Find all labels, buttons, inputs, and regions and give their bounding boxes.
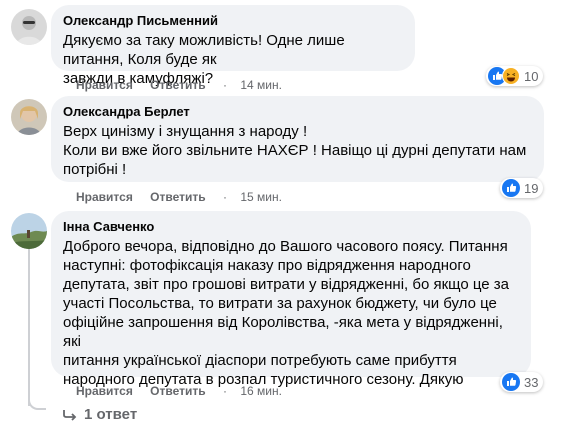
- avatar[interactable]: [11, 99, 47, 135]
- like-icon: [502, 179, 520, 197]
- reaction-summary[interactable]: 10: [486, 66, 544, 86]
- view-replies-button[interactable]: 1 ответ: [62, 406, 137, 423]
- thread-line: [28, 246, 30, 406]
- avatar-photo-icon: [11, 99, 47, 135]
- reaction-count: 33: [524, 374, 539, 390]
- comment-bubble: Інна Савченко Доброго вечора, відповідно…: [51, 211, 531, 388]
- like-button[interactable]: Нравится: [76, 384, 133, 398]
- thread-curve: [28, 398, 46, 410]
- reaction-summary[interactable]: 33: [500, 372, 544, 392]
- like-icon: [502, 373, 520, 391]
- avatar-photo-icon: [11, 9, 47, 45]
- comment-time[interactable]: 14 мин.: [240, 78, 282, 92]
- like-button[interactable]: Нравится: [76, 78, 133, 92]
- avatar[interactable]: [11, 213, 47, 249]
- comment-author[interactable]: Інна Савченко: [63, 219, 519, 235]
- comment-author[interactable]: Олександр Письменний: [63, 13, 403, 29]
- reply-button[interactable]: Ответить: [150, 384, 205, 398]
- separator-dot: ·: [222, 78, 227, 92]
- comment-author[interactable]: Олександра Берлет: [63, 104, 532, 120]
- separator-dot: ·: [222, 190, 227, 204]
- comment-actions: Нравится Ответить · 14 мин.: [76, 78, 282, 92]
- reply-arrow-icon: [63, 409, 77, 421]
- comment-bubble: Олександра Берлет Верх цинізму і знущанн…: [51, 96, 544, 182]
- comment-time[interactable]: 16 мин.: [240, 384, 282, 398]
- haha-icon: [502, 67, 520, 85]
- avatar[interactable]: [11, 9, 47, 45]
- reaction-summary[interactable]: 19: [500, 178, 544, 198]
- separator-dot: ·: [222, 384, 227, 398]
- reply-button[interactable]: Ответить: [150, 78, 205, 92]
- reaction-count: 19: [524, 180, 539, 196]
- comment-actions: Нравится Ответить · 15 мин.: [76, 190, 282, 204]
- comment-text: Верх цинізму і знущання з народу ! Коли …: [63, 123, 527, 178]
- reply-button[interactable]: Ответить: [150, 190, 205, 204]
- comment-time[interactable]: 15 мин.: [240, 190, 282, 204]
- replies-count-label: 1 ответ: [84, 406, 138, 423]
- comment-text: Доброго вечора, відповідно до Вашого час…: [63, 238, 509, 388]
- like-button[interactable]: Нравится: [76, 190, 133, 204]
- reaction-count: 10: [524, 68, 539, 84]
- avatar-photo-icon: [11, 213, 47, 249]
- comment-actions: Нравится Ответить · 16 мин.: [76, 384, 282, 398]
- comment-bubble: Олександр Письменний Дякуємо за таку мож…: [51, 5, 415, 87]
